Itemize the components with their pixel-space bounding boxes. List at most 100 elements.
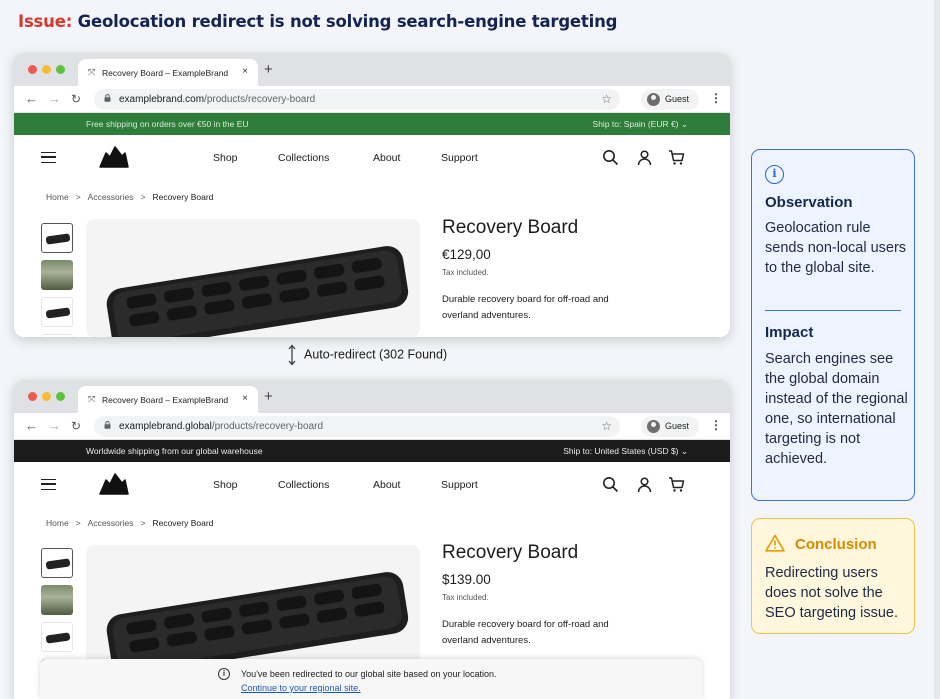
account-icon[interactable] bbox=[636, 149, 653, 166]
bookmark-star-icon[interactable]: ☆ bbox=[601, 92, 612, 106]
tab-title: Recovery Board – ExampleBrand bbox=[102, 68, 229, 78]
ship-to-selector[interactable]: Ship to: Spain (EUR €) ⌄ bbox=[593, 119, 688, 130]
profile-guest-button[interactable]: Guest bbox=[641, 416, 699, 437]
nav-support[interactable]: Support bbox=[441, 152, 478, 164]
browser-tab[interactable]: ⤧ Recovery Board – ExampleBrand × bbox=[78, 59, 258, 86]
thumbnail-3[interactable] bbox=[41, 622, 73, 652]
product-price: $139.00 bbox=[442, 572, 491, 587]
ship-to-selector[interactable]: Ship to: United States (USD $) ⌄ bbox=[563, 446, 688, 457]
browser-tab[interactable]: ⤧ Recovery Board – ExampleBrand × bbox=[78, 386, 258, 413]
close-window-button[interactable] bbox=[28, 65, 37, 74]
observation-text: Geolocation rule sends non-local users t… bbox=[765, 220, 907, 276]
tab-title: Recovery Board – ExampleBrand bbox=[102, 395, 229, 405]
thumbnail-2[interactable] bbox=[41, 585, 73, 615]
nav-collections[interactable]: Collections bbox=[278, 152, 329, 164]
product-image[interactable] bbox=[86, 219, 420, 337]
url-text: examplebrand.global/products/recovery-bo… bbox=[119, 421, 324, 432]
close-window-button[interactable] bbox=[28, 392, 37, 401]
toolbar: ← → ↻ examplebrand.com/products/recovery… bbox=[14, 86, 730, 113]
browser-menu-icon[interactable]: ⋮ bbox=[710, 418, 722, 432]
warning-icon bbox=[765, 534, 785, 552]
nav-about[interactable]: About bbox=[373, 479, 400, 491]
account-icon[interactable] bbox=[636, 476, 653, 493]
breadcrumb: Home > Accessories > Recovery Board bbox=[46, 192, 214, 202]
maximize-window-button[interactable] bbox=[56, 65, 65, 74]
breadcrumb-accessories[interactable]: Accessories bbox=[88, 518, 134, 528]
impact-text: Search engines see the global domain ins… bbox=[765, 351, 908, 467]
tab-bar: ⤧ Recovery Board – ExampleBrand × + bbox=[14, 53, 730, 86]
address-bar[interactable]: examplebrand.global/products/recovery-bo… bbox=[94, 416, 620, 437]
product-description: Durable recovery board for off-road and … bbox=[442, 619, 609, 646]
maximize-window-button[interactable] bbox=[56, 392, 65, 401]
announcement-text: Worldwide shipping from our global wareh… bbox=[86, 446, 263, 456]
reload-icon[interactable]: ↻ bbox=[71, 419, 81, 433]
conclusion-title: Conclusion bbox=[795, 536, 877, 553]
regional-site-link[interactable]: Continue to your regional site. bbox=[241, 683, 361, 693]
breadcrumb-current: Recovery Board bbox=[152, 518, 214, 528]
site-header: Shop Collections About Support bbox=[14, 135, 730, 181]
thumbnail-4[interactable] bbox=[41, 334, 73, 337]
thumbnail-1[interactable] bbox=[41, 548, 73, 578]
scroll-edge bbox=[934, 0, 940, 699]
search-icon[interactable] bbox=[602, 476, 619, 493]
redirect-notice-banner: i You've been redirected to our global s… bbox=[40, 659, 702, 699]
product-price: €129,00 bbox=[442, 247, 491, 262]
guest-label: Guest bbox=[665, 94, 690, 104]
nav-about[interactable]: About bbox=[373, 152, 400, 164]
menu-hamburger-icon[interactable] bbox=[41, 479, 56, 490]
breadcrumb-accessories[interactable]: Accessories bbox=[88, 192, 134, 202]
guest-label: Guest bbox=[665, 421, 690, 431]
minimize-window-button[interactable] bbox=[42, 392, 51, 401]
announcement-bar: Free shipping on orders over €50 in the … bbox=[14, 113, 730, 135]
breadcrumb-home[interactable]: Home bbox=[46, 192, 69, 202]
issue-title: Issue: Geolocation redirect is not solvi… bbox=[18, 12, 617, 31]
redirect-label: Auto-redirect (302 Found) bbox=[288, 344, 447, 366]
site-header: Shop Collections About Support bbox=[14, 462, 730, 508]
forward-icon[interactable]: → bbox=[48, 91, 61, 106]
browser-menu-icon[interactable]: ⋮ bbox=[710, 91, 722, 105]
search-icon[interactable] bbox=[602, 149, 619, 166]
favicon-icon: ⤧ bbox=[88, 67, 96, 77]
lock-icon bbox=[104, 94, 111, 102]
announcement-bar: Worldwide shipping from our global wareh… bbox=[14, 440, 730, 462]
nav-collections[interactable]: Collections bbox=[278, 479, 329, 491]
brand-logo[interactable] bbox=[99, 473, 129, 495]
tax-note: Tax included. bbox=[442, 268, 489, 277]
product-title: Recovery Board bbox=[442, 217, 579, 238]
brand-logo[interactable] bbox=[99, 146, 129, 168]
guest-avatar-icon bbox=[647, 93, 660, 106]
issue-text: Geolocation redirect is not solving sear… bbox=[77, 12, 618, 31]
back-icon[interactable]: ← bbox=[25, 418, 38, 433]
thumbnail-2[interactable] bbox=[41, 260, 73, 290]
breadcrumb: Home > Accessories > Recovery Board bbox=[46, 518, 214, 528]
menu-hamburger-icon[interactable] bbox=[41, 152, 56, 163]
new-tab-button[interactable]: + bbox=[264, 388, 273, 405]
tab-close-icon[interactable]: × bbox=[242, 393, 248, 404]
thumbnail-1[interactable] bbox=[41, 223, 73, 253]
conclusion-card: Conclusion Redirecting users does not so… bbox=[751, 518, 915, 634]
forward-icon[interactable]: → bbox=[48, 418, 61, 433]
new-tab-button[interactable]: + bbox=[264, 61, 273, 78]
nav-support[interactable]: Support bbox=[441, 479, 478, 491]
cart-icon[interactable] bbox=[668, 149, 685, 166]
favicon-icon: ⤧ bbox=[88, 394, 96, 404]
minimize-window-button[interactable] bbox=[42, 65, 51, 74]
profile-guest-button[interactable]: Guest bbox=[641, 89, 699, 110]
thumbnail-3[interactable] bbox=[41, 297, 73, 327]
bookmark-star-icon[interactable]: ☆ bbox=[601, 419, 612, 433]
browser-window-global: ⤧ Recovery Board – ExampleBrand × + ← → … bbox=[14, 380, 730, 699]
nav-shop[interactable]: Shop bbox=[213, 479, 238, 491]
tab-close-icon[interactable]: × bbox=[242, 66, 248, 77]
impact-title: Impact bbox=[765, 324, 814, 341]
notice-text: You've been redirected to our global sit… bbox=[241, 669, 497, 679]
conclusion-text: Redirecting users does not solve the SEO… bbox=[765, 565, 898, 621]
nav-shop[interactable]: Shop bbox=[213, 152, 238, 164]
thumbnail-gallery bbox=[41, 223, 73, 337]
cart-icon[interactable] bbox=[668, 476, 685, 493]
back-icon[interactable]: ← bbox=[25, 91, 38, 106]
address-bar[interactable]: examplebrand.com/products/recovery-board… bbox=[94, 89, 620, 110]
breadcrumb-home[interactable]: Home bbox=[46, 518, 69, 528]
product-title: Recovery Board bbox=[442, 542, 579, 563]
info-icon: i bbox=[218, 668, 230, 680]
reload-icon[interactable]: ↻ bbox=[71, 92, 81, 106]
